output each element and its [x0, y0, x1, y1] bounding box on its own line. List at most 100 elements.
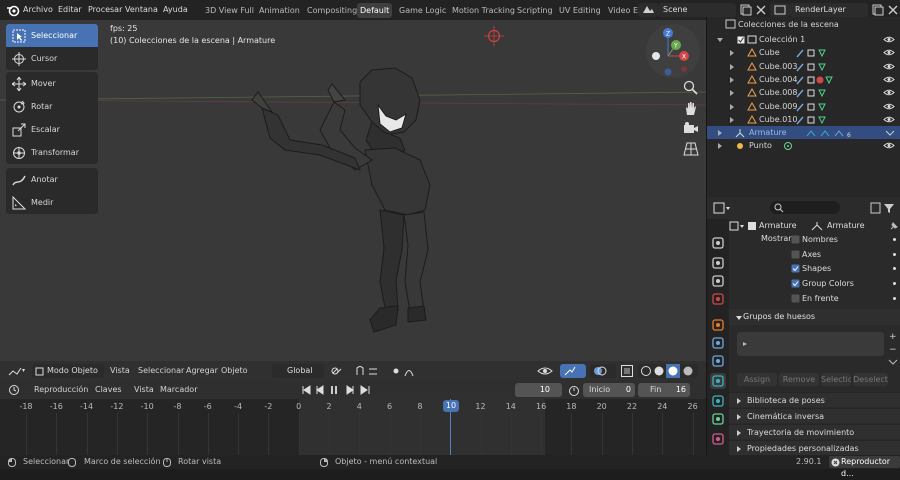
end-frame-field[interactable]: Fin 16 [638, 383, 690, 397]
render-layer-field[interactable]: RenderLayer [790, 3, 868, 17]
properties-tab[interactable] [710, 291, 726, 307]
properties-tab[interactable] [710, 353, 726, 369]
menu-procesar[interactable]: Procesar [88, 3, 122, 17]
bone-group-assign-button[interactable]: Assign [737, 373, 777, 386]
menu-vista-timeline[interactable]: Vista [134, 383, 154, 397]
outliner-row[interactable]: Cube.003 [707, 60, 900, 73]
outliner-row[interactable]: Punto [707, 139, 900, 152]
bone-groups-list[interactable] [737, 332, 884, 356]
collapsed-panel[interactable]: Propiedades personalizadas [729, 440, 900, 455]
tab-animation[interactable]: Animation [256, 3, 303, 18]
eye-icon[interactable] [883, 35, 895, 44]
outliner[interactable]: Colecciones de la escena Colección 1 Cube… [707, 17, 900, 197]
collapsed-panel[interactable]: Biblioteca de poses [729, 392, 900, 407]
eye-icon[interactable] [883, 115, 895, 124]
playback-controls[interactable] [299, 383, 389, 397]
menu-vista[interactable]: Vista [110, 364, 130, 378]
collapsed-panel[interactable]: Trayectoria de movimiento [729, 424, 900, 439]
visibility-eye-icon[interactable] [536, 364, 556, 378]
properties-tab[interactable] [710, 393, 726, 409]
orientation-dropdown[interactable]: Global [272, 364, 324, 378]
props-editor-type-icon[interactable] [713, 202, 733, 214]
tab-default[interactable]: Default [357, 3, 393, 18]
add-group-button[interactable]: + [889, 332, 900, 343]
stopwatch-icon[interactable] [567, 384, 581, 396]
delete-layer-icon[interactable] [887, 4, 899, 16]
editor-type-icon[interactable] [8, 365, 26, 377]
pin-icon[interactable] [889, 221, 899, 231]
filter-icon[interactable] [869, 201, 897, 215]
display-checkbox[interactable]: Shapes [791, 262, 900, 275]
delete-scene-icon[interactable] [755, 4, 767, 16]
animate-dot[interactable] [893, 296, 896, 300]
tool-annotate[interactable]: Anotar [6, 168, 98, 191]
tool-cursor[interactable]: Cursor [6, 47, 98, 70]
properties-editor[interactable]: Armature Armature Mostrar Nombres Axes S… [707, 197, 900, 455]
menu-claves[interactable]: Claves [95, 383, 122, 397]
properties-tab[interactable] [710, 255, 726, 271]
mode-dropdown[interactable]: Modo Objeto [32, 364, 104, 378]
bone-group-deselect-button[interactable]: Deselect [853, 373, 888, 386]
new-layer-icon[interactable] [872, 4, 884, 16]
animate-dot[interactable] [893, 267, 896, 271]
tab-video-editing[interactable]: Video E [605, 3, 641, 18]
tab-scripting[interactable]: Scripting [514, 3, 556, 18]
chevron-right-icon[interactable] [729, 50, 736, 57]
collapsed-panel[interactable]: Cinemática inversa [729, 408, 900, 423]
timeline-editor[interactable]: Reproducción Claves Vista Marcador 10 In… [0, 381, 706, 456]
properties-tab[interactable] [710, 411, 726, 427]
display-checkbox[interactable]: Axes [791, 248, 900, 261]
chevron-right-icon[interactable] [729, 63, 736, 70]
perspective-grid-icon[interactable] [683, 141, 699, 157]
player-notification[interactable]: Reproductor d... [829, 456, 900, 478]
menu-marcador[interactable]: Marcador [160, 383, 197, 397]
start-frame-field[interactable]: Inicio 0 [583, 383, 635, 397]
pin-type-icon[interactable] [729, 221, 749, 232]
eye-icon[interactable] [883, 88, 895, 97]
outliner-row[interactable]: Cube.010 [707, 113, 900, 126]
menu-editar[interactable]: Editar [58, 3, 82, 17]
eye-icon[interactable] [883, 141, 895, 150]
snap-icon[interactable] [353, 364, 385, 378]
menu-ventana[interactable]: Ventana [125, 3, 158, 17]
bone-group-selectio-button[interactable]: Selectio [821, 373, 851, 386]
bone-group-remove-button[interactable]: Remove [779, 373, 819, 386]
properties-tab[interactable] [710, 335, 726, 351]
outliner-row[interactable]: Colección 1 [707, 33, 900, 46]
area-divider[interactable] [706, 17, 707, 455]
animate-dot[interactable] [893, 238, 896, 241]
bone-groups-panel-header[interactable]: Grupos de huesos [729, 309, 900, 325]
chevron-right-icon[interactable] [717, 130, 724, 137]
tab-compositing[interactable]: Compositing [304, 3, 360, 18]
display-checkbox[interactable]: Group Colors [791, 277, 900, 290]
menu-agregar[interactable]: Agregar [186, 364, 218, 378]
tab-game-logic[interactable]: Game Logic [396, 3, 449, 18]
view-layer-type-button[interactable] [770, 3, 790, 17]
tool-select-box[interactable]: Seleccionar (Marc... [6, 24, 98, 63]
gizmo-toggle[interactable] [560, 364, 586, 378]
playhead-marker[interactable]: 10 [443, 400, 459, 412]
chevron-right-icon[interactable] [729, 76, 736, 83]
proportional-edit-icon[interactable] [389, 364, 419, 378]
checkbox-icon[interactable] [737, 36, 745, 44]
outliner-row[interactable]: Cube [707, 46, 900, 59]
eye-icon[interactable] [883, 75, 895, 84]
timeline-editor-icon[interactable] [8, 384, 24, 396]
scroll-down-icon[interactable] [888, 357, 900, 369]
pivot-icon[interactable] [330, 364, 350, 378]
properties-tab[interactable] [710, 235, 726, 251]
overlays-toggle[interactable] [590, 364, 616, 378]
blender-logo-icon[interactable] [6, 3, 20, 17]
3d-viewport[interactable]: fps: 25 (10) Colecciones de la escena | … [0, 20, 706, 380]
menu-ayuda[interactable]: Ayuda [163, 3, 188, 17]
outliner-row[interactable]: Cube.008 [707, 86, 900, 99]
tab-uv-editing[interactable]: UV Editing [556, 3, 604, 18]
xray-icon[interactable] [620, 364, 634, 378]
eye-icon[interactable] [883, 62, 895, 71]
chevron-right-icon[interactable] [729, 103, 736, 110]
eye-icon[interactable] [883, 48, 895, 57]
tool-transform[interactable]: Transformar [6, 141, 98, 164]
menu-reproduccion[interactable]: Reproducción [34, 383, 88, 397]
remove-group-button[interactable]: − [889, 345, 900, 356]
scene-field[interactable]: Scene [658, 3, 736, 17]
